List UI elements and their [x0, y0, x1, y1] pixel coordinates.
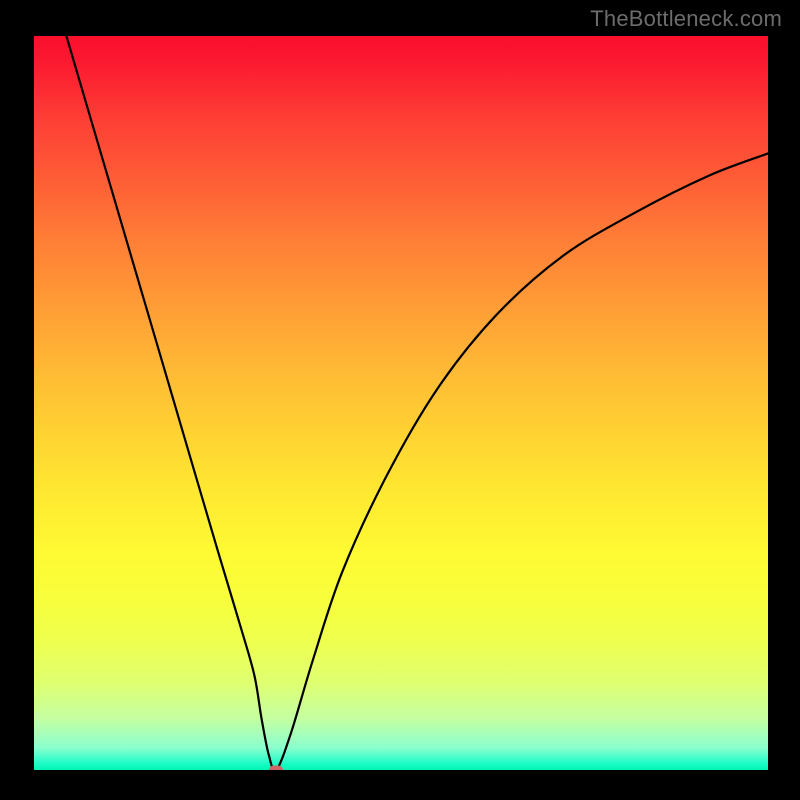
- bottleneck-curve: [34, 36, 768, 770]
- plot-area: [34, 36, 768, 770]
- chart-frame: TheBottleneck.com: [0, 0, 800, 800]
- optimal-point-marker: [269, 766, 283, 771]
- watermark-text: TheBottleneck.com: [590, 6, 782, 32]
